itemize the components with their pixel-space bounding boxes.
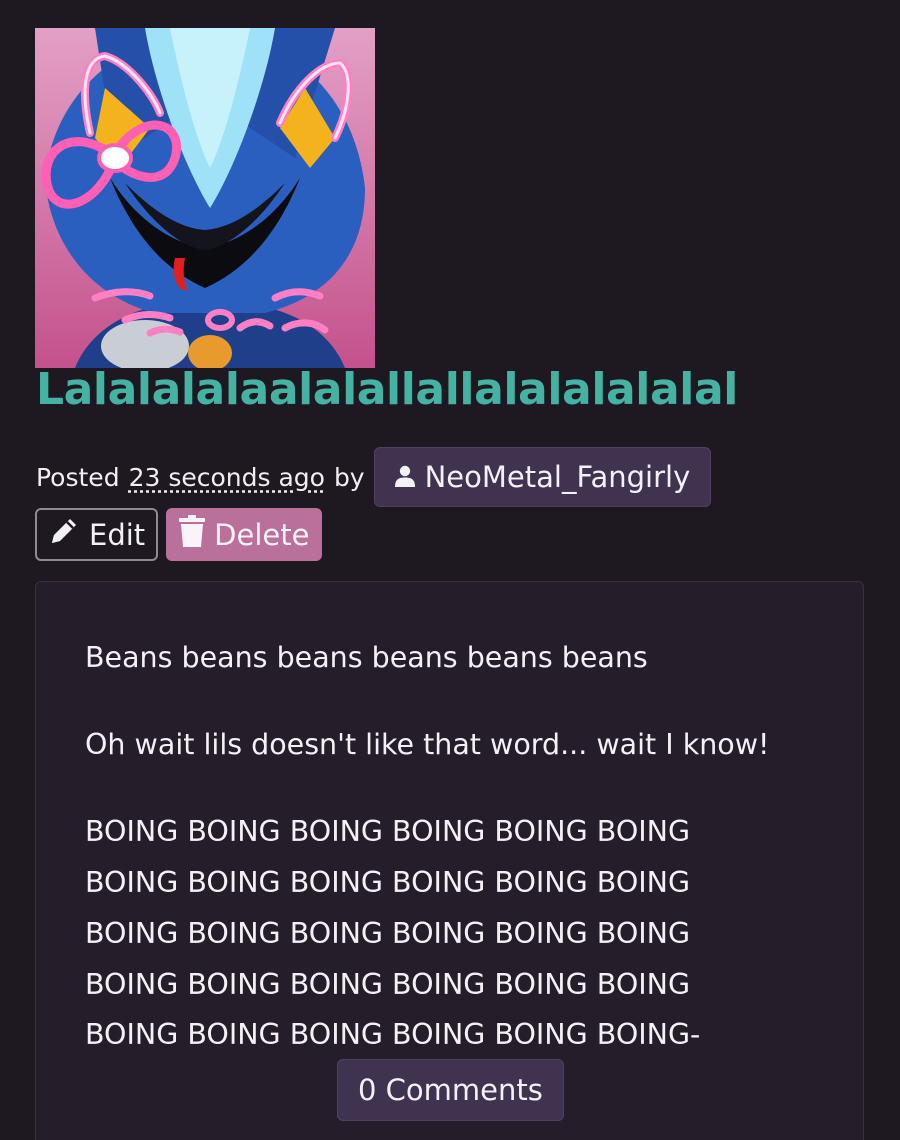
posted-time[interactable]: 23 seconds ago	[129, 463, 325, 492]
comments-button[interactable]: 0 Comments	[337, 1059, 564, 1121]
trash-icon	[179, 515, 206, 554]
paragraph-oh-wait: Oh wait lils doesn't like that word... w…	[85, 728, 770, 761]
delete-label: Delete	[214, 517, 310, 552]
boing-line: BOING BOING BOING BOING BOING BOING	[85, 968, 691, 1001]
post-image[interactable]	[35, 28, 375, 368]
post-content: Beans beans beans beans beans beans Oh w…	[35, 581, 864, 1140]
pencil-icon	[48, 515, 80, 554]
post-actions: Edit Delete	[35, 508, 323, 561]
edit-button[interactable]: Edit	[35, 508, 159, 561]
posted-by: by	[333, 462, 365, 492]
author-button[interactable]: NeoMetal_Fangirly	[373, 447, 712, 507]
post-meta: Posted 23 seconds ago by NeoMetal_Fangir…	[36, 446, 712, 508]
posted-prefix: Posted	[36, 462, 120, 492]
boing-line: BOING BOING BOING BOING BOING BOING	[85, 917, 691, 950]
author-name: NeoMetal_Fangirly	[424, 460, 691, 494]
robot-cat-drawing	[35, 28, 375, 368]
boing-line: BOING BOING BOING BOING BOING BOING	[85, 866, 691, 899]
user-icon	[394, 460, 415, 494]
edit-label: Edit	[89, 517, 146, 552]
boing-line: BOING BOING BOING BOING BOING BOING-	[85, 1018, 701, 1051]
paragraph-beans: Beans beans beans beans beans beans	[85, 641, 648, 674]
post-page: Lalalalalaalalallallalalalalalal Posted …	[0, 0, 900, 1140]
boing-line: BOING BOING BOING BOING BOING BOING	[85, 815, 691, 848]
post-title[interactable]: Lalalalalaalalallallalalalalalal	[36, 364, 738, 415]
delete-button[interactable]: Delete	[166, 508, 323, 561]
